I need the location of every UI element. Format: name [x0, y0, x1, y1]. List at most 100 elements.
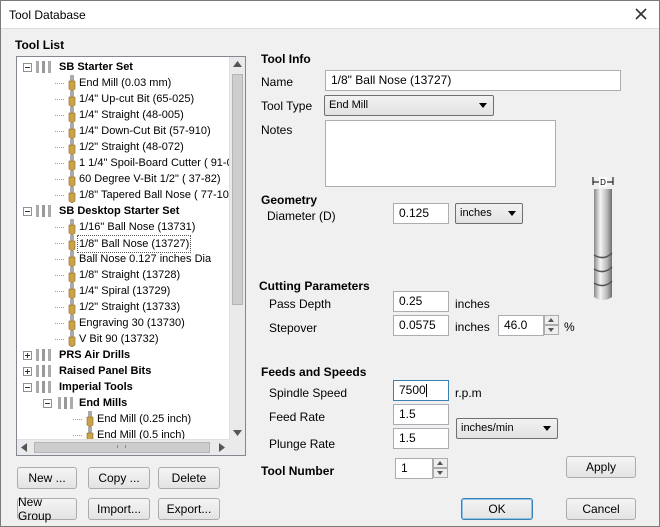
tree-connector-line	[55, 291, 64, 292]
router-bit-icon	[68, 331, 76, 347]
percent-sign: %	[564, 320, 575, 334]
scroll-up-icon[interactable]	[233, 61, 242, 67]
diameter-units-select[interactable]: inches	[455, 203, 523, 224]
spin-down-icon[interactable]	[544, 325, 559, 335]
spin-up-icon[interactable]	[544, 315, 559, 325]
tree-tool-item[interactable]: 1/8" Ball Nose (13727)	[17, 235, 229, 253]
tree-tool-item[interactable]: 1/2" Straight (13733)	[17, 299, 229, 315]
tree-tool-item[interactable]: End Mill (0.25 inch)	[17, 411, 229, 427]
tree-group[interactable]: SB Desktop Starter Set	[17, 203, 229, 219]
import-button[interactable]: Import...	[88, 498, 150, 520]
tree-connector-line	[55, 259, 64, 260]
collapse-icon[interactable]	[43, 399, 52, 408]
tool-type-select[interactable]: End Mill	[324, 95, 494, 116]
tree-tool-item[interactable]: 1/16" Ball Nose (13731)	[17, 219, 229, 235]
tool-group-icon	[36, 365, 51, 377]
tree-item-label: 1/2" Straight (48-072)	[79, 141, 184, 153]
router-bit-icon	[68, 219, 76, 235]
tool-tree[interactable]: SB Starter Set End Mill (0.03 mm) 1/4" Up-…	[16, 56, 246, 456]
tree-connector-line	[55, 339, 64, 340]
plunge-rate-field[interactable]: 1.5	[393, 428, 449, 449]
tree-item-label: 1/4" Down-Cut Bit (57-910)	[79, 125, 211, 137]
scroll-down-icon[interactable]	[233, 430, 242, 436]
name-label: Name	[261, 75, 294, 89]
tree-tool-item[interactable]: 1/4" Up-cut Bit (65-025)	[17, 91, 229, 107]
router-bit-icon	[68, 187, 76, 203]
tree-tool-item[interactable]: End Mill (0.03 mm)	[17, 75, 229, 91]
diameter-field[interactable]: 0.125	[393, 203, 449, 224]
feed-rate-field[interactable]: 1.5	[393, 404, 449, 425]
tool-group-icon	[58, 397, 73, 409]
tool-group-icon	[36, 61, 51, 73]
new-button[interactable]: New ...	[17, 467, 77, 489]
tree-group[interactable]: Imperial Tools	[17, 379, 229, 395]
tool-number-label: Tool Number	[261, 464, 335, 478]
close-icon[interactable]	[633, 6, 649, 22]
tree-connector-line	[73, 419, 82, 420]
collapse-icon[interactable]	[23, 63, 32, 72]
diameter-diagram-label: D	[600, 178, 606, 187]
tool-list-heading: Tool List	[15, 38, 65, 52]
scroll-left-icon[interactable]	[21, 443, 27, 452]
ok-button[interactable]: OK	[461, 498, 533, 520]
tree-connector-line	[55, 131, 64, 132]
spin-up-icon[interactable]	[433, 458, 448, 468]
router-bit-icon	[68, 75, 76, 91]
expand-icon[interactable]	[23, 351, 32, 360]
tree-group[interactable]: End Mills	[17, 395, 229, 411]
tree-item-label: Ball Nose 0.127 inches Dia	[79, 253, 212, 265]
stepover-field[interactable]: 0.0575	[393, 315, 449, 336]
tree-item-label: V Bit 90 (13732)	[79, 333, 159, 345]
tree-group[interactable]: Raised Panel Bits	[17, 363, 229, 379]
tree-connector-line	[55, 227, 64, 228]
copy-button[interactable]: Copy ...	[88, 467, 150, 489]
router-bit-icon	[68, 283, 76, 299]
tree-item-label: 1/4" Up-cut Bit (65-025)	[79, 93, 195, 105]
tool-database-window: Tool Database Tool List SB Starter Set En…	[0, 0, 660, 527]
name-field[interactable]: 1/8" Ball Nose (13727)	[325, 70, 621, 91]
tree-tool-item[interactable]: 1/4" Straight (48-005)	[17, 107, 229, 123]
scroll-right-icon[interactable]	[219, 443, 225, 452]
export-button[interactable]: Export...	[158, 498, 220, 520]
new-group-button[interactable]: New Group	[17, 495, 77, 523]
tree-tool-item[interactable]: 1 1/4" Spoil-Board Cutter ( 91-0	[17, 155, 233, 171]
tree-item-label: 1/8" Tapered Ball Nose ( 77-10	[79, 189, 229, 201]
tree-group[interactable]: SB Starter Set	[17, 59, 229, 75]
scroll-thumb[interactable]	[232, 74, 243, 305]
tool-number-spinner[interactable]	[433, 458, 448, 479]
tree-item-label: PRS Air Drills	[59, 349, 131, 361]
tool-number-field[interactable]: 1	[395, 458, 433, 479]
tree-connector-line	[55, 323, 64, 324]
delete-button[interactable]: Delete	[158, 467, 220, 489]
rate-units-select[interactable]: inches/min	[456, 418, 558, 439]
tree-tool-item[interactable]: 1/8" Straight (13728)	[17, 267, 229, 283]
tree-horizontal-scrollbar[interactable]	[17, 439, 229, 455]
tree-connector-line	[55, 99, 64, 100]
spin-down-icon[interactable]	[433, 468, 448, 478]
tree-tool-item[interactable]: 1/8" Tapered Ball Nose ( 77-10	[17, 187, 229, 203]
tree-tool-item[interactable]: Ball Nose 0.127 inches Dia	[17, 251, 229, 267]
tree-tool-item[interactable]: 60 Degree V-Bit 1/2" ( 37-82)	[17, 171, 229, 187]
cancel-button[interactable]: Cancel	[566, 498, 636, 520]
tree-tool-item[interactable]: 1/4" Spiral (13729)	[17, 283, 229, 299]
tree-tool-item[interactable]: 1/4" Down-Cut Bit (57-910)	[17, 123, 229, 139]
collapse-icon[interactable]	[23, 207, 32, 216]
apply-button[interactable]: Apply	[566, 456, 636, 478]
tree-vertical-scrollbar[interactable]	[229, 57, 245, 440]
tree-tool-item[interactable]: 1/2" Straight (48-072)	[17, 139, 229, 155]
diameter-label: Diameter (D)	[267, 209, 336, 223]
notes-field[interactable]	[325, 120, 556, 187]
expand-icon[interactable]	[23, 367, 32, 376]
pass-depth-field[interactable]: 0.25	[393, 291, 449, 312]
collapse-icon[interactable]	[23, 383, 32, 392]
tree-item-label: 1/4" Straight (48-005)	[79, 109, 184, 121]
stepover-percent-field[interactable]: 46.0	[498, 315, 544, 336]
tree-group[interactable]: PRS Air Drills	[17, 347, 229, 363]
router-bit-icon	[68, 155, 76, 171]
spindle-speed-field[interactable]: 7500	[393, 380, 449, 401]
router-bit-icon	[68, 139, 76, 155]
text-cursor	[425, 384, 427, 398]
tree-tool-item[interactable]: Engraving 30 (13730)	[17, 315, 229, 331]
stepover-percent-spinner[interactable]	[544, 315, 559, 336]
tree-tool-item[interactable]: V Bit 90 (13732)	[17, 331, 229, 347]
